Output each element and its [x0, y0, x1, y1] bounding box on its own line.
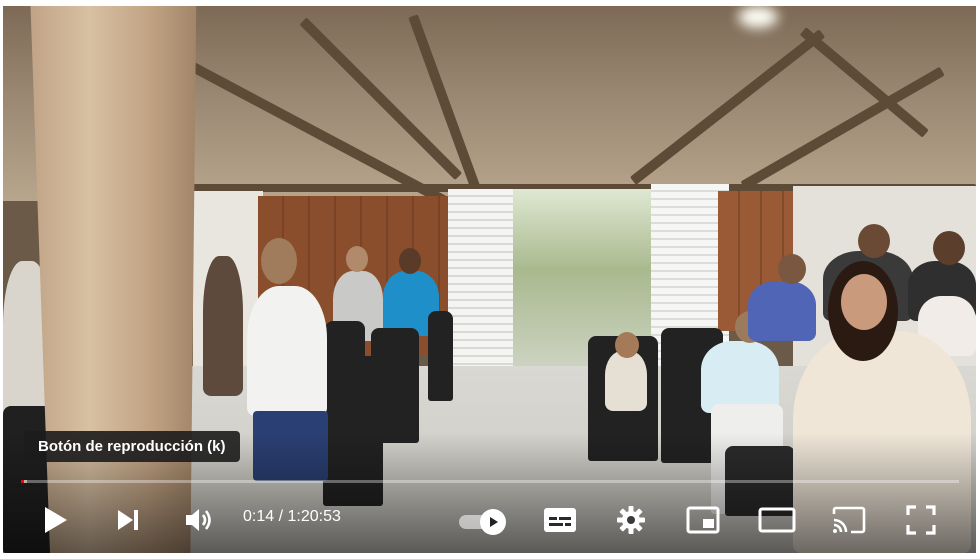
volume-icon — [186, 509, 211, 531]
video-player[interactable]: Botón de reproducción (k) 0:14 / 1:20:53 — [3, 6, 976, 553]
cast-icon — [832, 506, 866, 534]
mute-button[interactable] — [177, 498, 221, 542]
subtitles-icon — [544, 508, 576, 532]
play-button-tooltip: Botón de reproducción (k) — [24, 431, 240, 462]
person-head — [778, 254, 806, 284]
subtitles-button[interactable] — [538, 498, 582, 542]
miniplayer-icon — [686, 506, 720, 534]
person-head — [933, 231, 965, 265]
person — [701, 341, 779, 413]
person-face — [841, 274, 887, 330]
autoplay-toggle[interactable] — [459, 509, 513, 535]
person — [247, 286, 327, 416]
settings-button[interactable] — [609, 498, 653, 542]
time-separator: / — [274, 508, 288, 525]
light-fixture — [738, 6, 778, 28]
progress-played — [21, 480, 24, 483]
next-icon — [118, 510, 138, 530]
fullscreen-icon — [906, 505, 936, 535]
play-button[interactable] — [33, 498, 77, 542]
current-time: 0:14 — [243, 508, 275, 525]
miniplayer-button[interactable] — [681, 498, 725, 542]
theater-mode-button[interactable] — [755, 498, 799, 542]
settings-gear-icon — [617, 506, 645, 534]
person-head — [261, 238, 297, 284]
person — [203, 256, 243, 396]
play-icon — [45, 507, 67, 533]
progress-bar[interactable] — [21, 480, 959, 483]
duration: 1:20:53 — [287, 508, 341, 525]
cast-button[interactable] — [827, 498, 871, 542]
theater-mode-icon — [758, 507, 796, 533]
door-shutter — [448, 189, 513, 374]
person-head — [399, 248, 421, 274]
next-button[interactable] — [106, 498, 150, 542]
fullscreen-button[interactable] — [899, 498, 943, 542]
person — [748, 281, 816, 341]
chair — [428, 311, 453, 401]
person-head — [858, 224, 890, 258]
time-display: 0:14 / 1:20:53 — [243, 508, 341, 526]
person-head — [615, 332, 639, 358]
autoplay-play-icon — [490, 517, 498, 527]
person-head — [346, 246, 368, 272]
person — [605, 351, 647, 411]
autoplay-knob — [480, 509, 506, 535]
